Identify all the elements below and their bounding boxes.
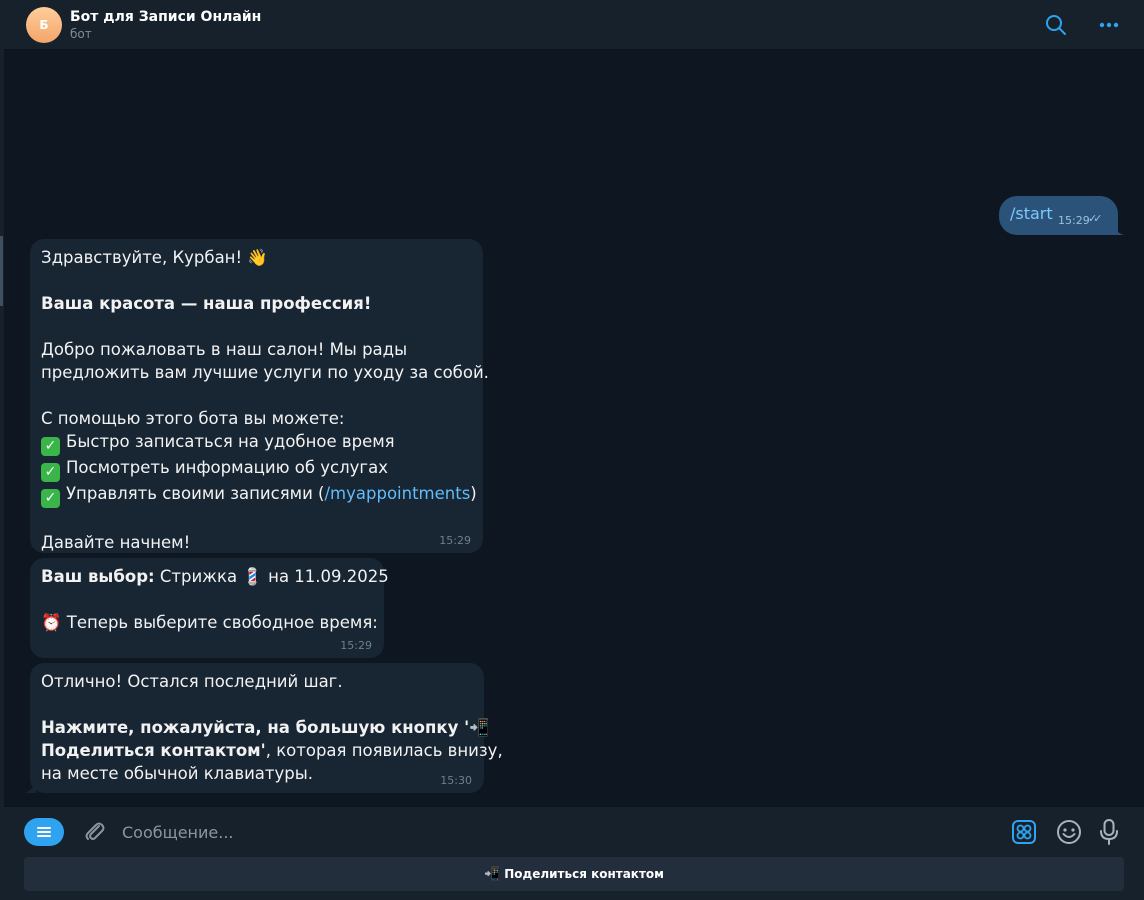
microphone-icon[interactable] (1097, 818, 1121, 846)
check-mark-icon: ✓ (41, 489, 60, 508)
check-mark-icon: ✓ (41, 463, 60, 482)
feature-item-prefix: Управлять своими записями ( (66, 484, 325, 503)
message-time: 15:29 (340, 639, 372, 652)
message-time: 15:29 (1058, 214, 1090, 227)
feature-item: Быстро записаться на удобное время (66, 432, 395, 451)
chat-title-block[interactable]: Бот для Записи Онлайн бот (70, 8, 261, 42)
incoming-message-final[interactable]: Отлично! Остался последний шаг. Нажмите,… (30, 663, 503, 793)
message-closing: Давайте начнем! (41, 533, 191, 552)
incoming-message-choice[interactable]: Ваш выбор: Стрижка 💈 на 11.09.2025 ⏰ Теп… (30, 558, 389, 658)
message-input[interactable] (122, 819, 982, 845)
phone-arrow-icon: 📲 (484, 866, 501, 882)
message-text: /start (1010, 204, 1053, 223)
scroll-marker (0, 236, 3, 306)
message-time: 15:29 (439, 534, 471, 547)
myappointments-command-link[interactable]: /myappointments (324, 484, 470, 503)
message-slogan: Ваша красота — наша профессия! (41, 294, 372, 313)
final-line3: на месте обычной клавиатуры. (41, 764, 314, 783)
outgoing-message[interactable]: /start 15:29 ✓✓ (999, 196, 1118, 235)
share-contact-button[interactable]: 📲 Поделиться контактом (24, 857, 1124, 891)
more-icon[interactable] (1097, 13, 1121, 37)
final-bold2: Поделиться контактом' (41, 741, 266, 760)
final-rest2: , которая появилась внизу, (265, 741, 503, 760)
check-mark-icon: ✓ (41, 437, 60, 456)
chat-subtitle: бот (70, 27, 92, 41)
composer-panel: 📲 Поделиться контактом (4, 806, 1144, 900)
attach-icon[interactable] (81, 818, 107, 844)
message-intro-line1: Добро пожаловать в наш салон! Мы рады (41, 340, 408, 359)
message-intro-line2: предложить вам лучшие услуги по уходу за… (41, 363, 489, 382)
feature-item: Посмотреть информацию об услугах (66, 458, 388, 477)
search-icon[interactable] (1044, 13, 1068, 37)
choice-prompt: ⏰ Теперь выберите свободное время: (41, 613, 378, 632)
message-time: 15:30 (440, 774, 472, 787)
outgoing-bubble-tail (1112, 223, 1124, 235)
chat-title: Бот для Записи Онлайн (70, 9, 262, 25)
incoming-bubble-tail (24, 781, 36, 793)
chat-header: Б Бот для Записи Онлайн бот (4, 0, 1144, 50)
read-checkmarks-icon: ✓✓ (1088, 212, 1103, 225)
final-bold1: Нажмите, пожалуйста, на большую кнопку '… (41, 718, 490, 737)
final-line1: Отлично! Остался последний шаг. (41, 672, 343, 691)
message-features-title: С помощью этого бота вы можете: (41, 409, 345, 428)
telegram-window: Б Бот для Записи Онлайн бот /start 15:29… (0, 0, 1144, 900)
menu-icon[interactable] (24, 818, 64, 846)
choice-service: Стрижка 💈 на 11.09.2025 (154, 567, 389, 586)
share-contact-label: Поделиться контактом (504, 867, 664, 881)
commands-icon[interactable] (1011, 819, 1037, 845)
message-list[interactable]: /start 15:29 ✓✓ Здравствуйте, Курбан! 👋 … (4, 51, 1144, 806)
message-greeting: Здравствуйте, Курбан! 👋 (41, 248, 268, 267)
emoji-icon[interactable] (1056, 819, 1082, 845)
feature-item-suffix: ) (470, 484, 477, 503)
bot-avatar[interactable]: Б (26, 7, 62, 43)
choice-label: Ваш выбор: (41, 567, 155, 586)
incoming-message-welcome[interactable]: Здравствуйте, Курбан! 👋 Ваша красота — н… (30, 239, 489, 553)
